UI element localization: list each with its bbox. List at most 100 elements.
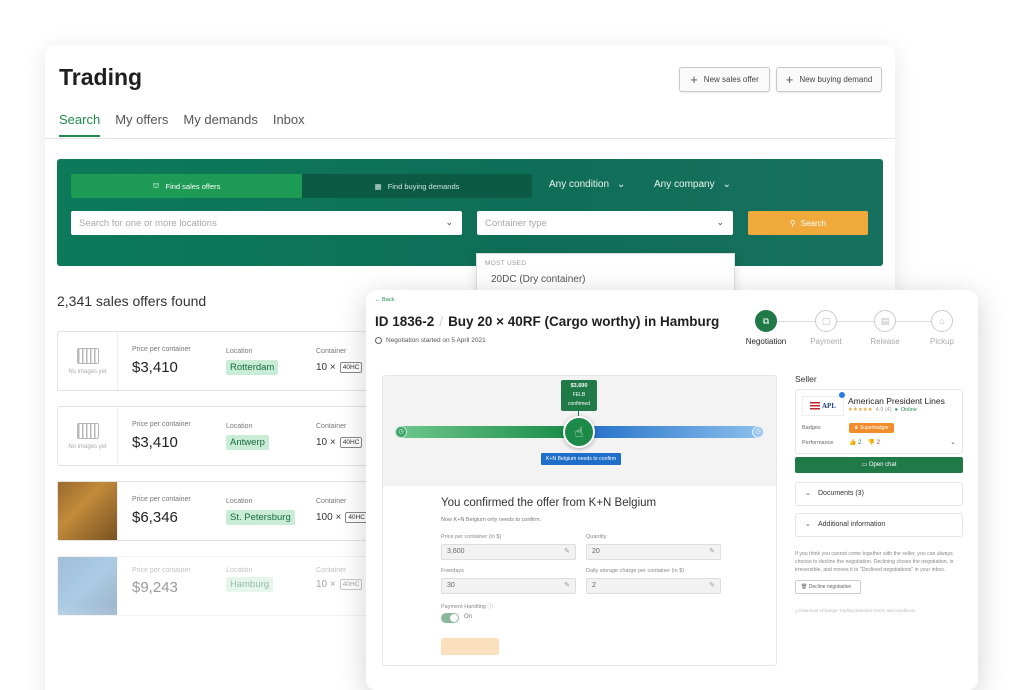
step-release[interactable]: ▤ Release	[857, 310, 913, 346]
negotiation-started: Negotiation started on 5 April 2021	[375, 337, 486, 344]
new-buying-demand-button[interactable]: + New buying demand	[776, 67, 882, 92]
company-dropdown[interactable]: Any company ⌄	[654, 179, 731, 190]
download-icon: ⤓	[795, 608, 797, 613]
crane-icon: ⛫	[152, 181, 160, 190]
decline-explanation: If you think you cannot come together wi…	[795, 551, 954, 573]
documents-accordion[interactable]: ⌄ Documents (3)	[795, 482, 963, 506]
progress-stepper: ⧉ Negotiation ▢ Payment ▤ Release ⌂ Pick…	[744, 310, 970, 350]
offer-price: $9,243	[132, 579, 178, 596]
edit-icon: ✎	[709, 582, 715, 589]
flag-fee: FELB	[572, 392, 586, 398]
price-label: Price per container	[132, 421, 191, 428]
seller-logo-text: APL	[822, 402, 836, 410]
no-images-label: No images yet	[68, 443, 107, 450]
document-icon: ▤	[874, 310, 896, 332]
chevron-down-icon: ⌄	[617, 179, 626, 190]
step-pickup[interactable]: ⌂ Pickup	[914, 310, 970, 346]
location-search-input[interactable]: Search for one or more locations ⌄	[71, 211, 462, 235]
new-buying-demand-label: New buying demand	[799, 75, 873, 84]
seller-name[interactable]: American President Lines	[848, 396, 945, 406]
tab-inbox[interactable]: Inbox	[273, 112, 305, 137]
screenshot-stage: Trading + New sales offer + New buying d…	[0, 0, 1024, 690]
payment-handling-label: Payment Handling ⓘ	[441, 602, 493, 610]
condition-dropdown[interactable]: Any condition ⌄	[549, 179, 625, 190]
quantity-field[interactable]: 20 ✎	[586, 544, 721, 560]
additional-info-label: Additional information	[818, 521, 886, 528]
help-icon: ⓘ	[487, 604, 493, 610]
find-buying-demands-toggle[interactable]: ▦ Find buying demands	[302, 174, 532, 198]
chevron-down-icon: ⌄	[722, 179, 731, 190]
chevron-down-icon[interactable]: ⌄	[950, 438, 956, 446]
download-terms-link[interactable]: ⤓ Download xChange Trading standard term…	[795, 608, 915, 613]
thumbs-down-icon: 👎	[867, 440, 875, 446]
step-negotiation[interactable]: ⧉ Negotiation	[738, 310, 794, 346]
container-type-select[interactable]: Container type ⌄	[477, 211, 733, 235]
plus-icon: +	[785, 72, 794, 87]
handshake-slider-handle[interactable]: ☝	[563, 416, 595, 448]
buyer-end-icon: ◷	[395, 426, 407, 438]
chat-icon: ▭	[861, 462, 868, 468]
new-sales-offer-button[interactable]: + New sales offer	[679, 67, 770, 92]
download-terms-label: Download xChange Trading standard terms …	[798, 608, 916, 613]
chevron-down-icon: ⌄	[805, 521, 811, 528]
chevron-down-icon: ⌄	[805, 490, 811, 497]
seller-heading: Seller	[795, 374, 817, 384]
storage-field-value: 2	[592, 582, 596, 589]
container-type-tag: 40HC	[339, 437, 363, 448]
offer-card[interactable]: Price per container $6,346 Location St. …	[57, 481, 387, 541]
chevron-down-icon: ⌄	[445, 217, 453, 227]
buyer-range-bar	[396, 426, 577, 438]
clock-icon	[375, 337, 382, 344]
thumbs-up: 👍 2	[849, 439, 862, 446]
confirm-button[interactable]	[441, 638, 499, 655]
price-label: Price per container	[132, 567, 191, 574]
tab-my-demands[interactable]: My demands	[183, 112, 257, 137]
negotiation-title: ID 1836-2 / Buy 20 × 40RF (Cargo worthy)…	[375, 314, 719, 329]
arrow-left-icon: ←	[375, 297, 381, 303]
step-label: Negotiation	[745, 337, 787, 346]
back-link[interactable]: ← Back	[375, 297, 394, 303]
offer-price: $3,410	[132, 434, 178, 451]
no-images-label: No images yet	[68, 368, 107, 375]
page-title: Trading	[59, 64, 143, 90]
search-panel: ⛫ Find sales offers ▦ Find buying demand…	[57, 159, 883, 266]
condition-label: Any condition	[549, 179, 610, 190]
results-count: 2,341 sales offers found	[57, 293, 207, 309]
price-field[interactable]: 3,600 ✎	[441, 544, 576, 560]
performance-values: 👍 2 👎 2	[849, 439, 880, 446]
storage-field-label: Daily storage charge per container (in $…	[586, 568, 685, 574]
payment-handling-text: Payment Handling	[441, 604, 486, 610]
freedays-field-value: 30	[447, 582, 455, 589]
location-label: Location	[226, 423, 253, 430]
search-button[interactable]: ⚲ Search	[748, 211, 868, 235]
negotiation-subject: Buy 20 × 40RF (Cargo worthy) in Hamburg	[448, 314, 720, 329]
back-label: Back	[382, 297, 395, 303]
trading-tabs: Search My offers My demands Inbox	[59, 112, 305, 137]
offer-price: $6,346	[132, 509, 178, 526]
tabs-divider	[45, 138, 895, 139]
thumbs-up-count: 2	[858, 440, 862, 446]
quantity-field-value: 20	[592, 548, 600, 555]
offer-card[interactable]: No images yet Price per container $3,410…	[57, 406, 387, 466]
decline-negotiation-button[interactable]: 🗑 Decline negotiation	[795, 580, 861, 594]
badge-text: Superbadger	[859, 425, 889, 431]
additional-info-accordion[interactable]: ⌄ Additional information	[795, 513, 963, 537]
dropdown-option[interactable]: 20DC (Dry container)	[491, 274, 585, 285]
storage-field[interactable]: 2 ✎	[586, 578, 721, 594]
open-chat-button[interactable]: ▭ Open chat	[795, 457, 963, 473]
location-badge: St. Petersburg	[226, 510, 295, 525]
container-type-tag: 40HC	[345, 512, 368, 523]
badge-icon: ♛	[854, 425, 859, 431]
negotiation-window: ← Back ID 1836-2 / Buy 20 × 40RF (Cargo …	[366, 290, 978, 690]
tab-my-offers[interactable]: My offers	[115, 112, 168, 137]
tab-search[interactable]: Search	[59, 112, 101, 137]
location-placeholder: Search for one or more locations	[79, 217, 217, 229]
counterparty-status-tag: K+N Belgium needs to confirm	[541, 453, 621, 465]
offer-card[interactable]: No images yet Price per container $3,410…	[57, 331, 387, 391]
negotiation-started-text: Negotiation started on 5 April 2021	[386, 337, 486, 344]
freedays-field[interactable]: 30 ✎	[441, 578, 576, 594]
plus-icon: +	[690, 72, 698, 87]
payment-handling-toggle[interactable]	[441, 613, 459, 623]
find-sales-offers-toggle[interactable]: ⛫ Find sales offers	[71, 174, 302, 198]
step-payment[interactable]: ▢ Payment	[798, 310, 854, 346]
